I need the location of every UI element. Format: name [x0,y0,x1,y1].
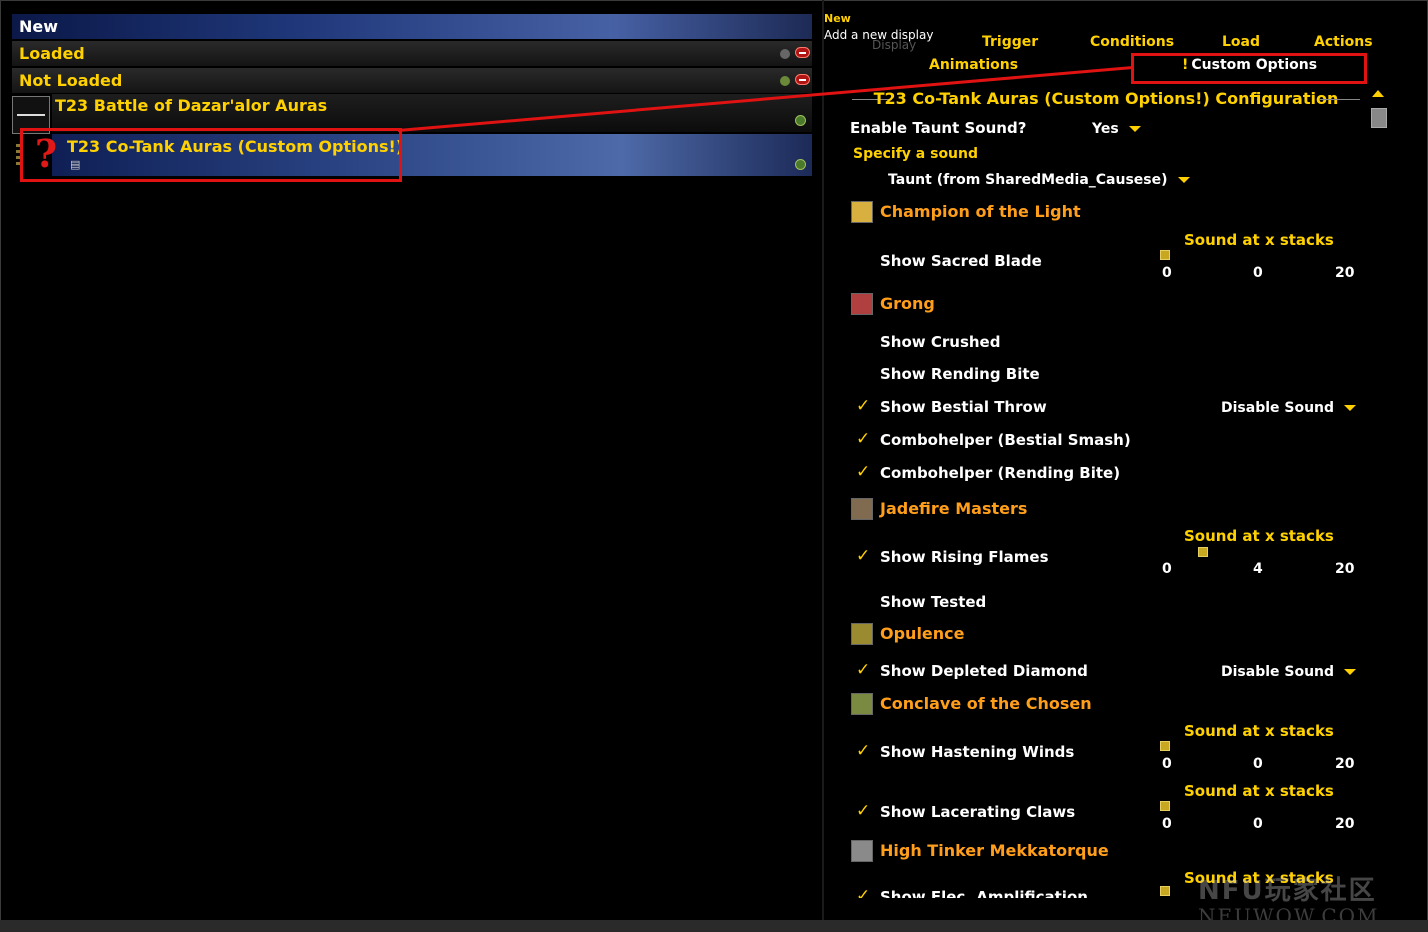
disable-sound-value: Disable Sound [1221,664,1335,680]
slider-min: 0 [1162,756,1172,772]
aura-group-title: T23 Battle of Dazar'alor Auras [55,96,328,115]
specify-sound-label: Specify a sound [853,146,979,162]
chevron-down-icon [1128,126,1141,132]
scroll-up-icon[interactable] [1372,90,1384,97]
option-bestial-throw[interactable]: Show Bestial Throw [880,398,1047,416]
loaded-header[interactable]: Loaded [12,41,812,66]
scrollbar-thumb[interactable] [1371,108,1387,128]
slider-min: 0 [1162,816,1172,832]
tab-actions[interactable]: Actions [1314,34,1373,50]
checkmark-icon[interactable]: ✓ [856,396,870,416]
conclave-icon [851,693,873,715]
stacks-slider[interactable] [1160,741,1170,751]
slider-max: 20 [1335,816,1355,832]
bottom-bar [0,920,1428,932]
slider-value: 0 [1253,756,1263,772]
enable-taunt-label: Enable Taunt Sound? [850,119,1027,137]
slider-min: 0 [1162,561,1172,577]
boss-opulence: Opulence [880,624,965,643]
tooltip-title: New [824,12,851,25]
boss-jadefire: Jadefire Masters [880,499,1028,518]
option-elec-amplification[interactable]: Show Elec. Amplification [880,888,1088,898]
sound-stacks-label: Sound at x stacks [1184,722,1334,740]
tab-trigger[interactable]: Trigger [982,34,1038,50]
tab-load[interactable]: Load [1222,34,1260,50]
option-combo-bestial[interactable]: Combohelper (Bestial Smash) [880,431,1131,449]
not-loaded-label: Not Loaded [19,71,123,90]
collapse-icon[interactable] [795,47,810,58]
sound-stacks-label: Sound at x stacks [1184,231,1334,249]
checkmark-icon[interactable]: ✓ [856,660,870,680]
champion-icon [851,201,873,223]
slider-value: 0 [1253,265,1263,281]
boss-mekkatorque: High Tinker Mekkatorque [880,841,1109,860]
option-rending-bite[interactable]: Show Rending Bite [880,365,1040,383]
tooltip-text: Add a new display [824,28,934,42]
chevron-down-icon [1344,405,1357,411]
stacks-slider[interactable] [1198,547,1208,557]
stacks-slider[interactable] [1160,886,1170,896]
checkmark-icon[interactable]: ✓ [856,741,870,761]
not-loaded-status-icon[interactable] [780,76,790,86]
checkmark-icon[interactable]: ✓ [856,886,870,898]
sound-stacks-label: Sound at x stacks [1184,782,1334,800]
checkmark-icon[interactable]: ✓ [856,429,870,449]
grong-icon [851,293,873,315]
option-depleted-diamond[interactable]: Show Depleted Diamond [880,662,1088,680]
checkmark-icon[interactable]: ✓ [856,546,870,566]
loaded-label: Loaded [19,44,85,63]
sound-stacks-label: Sound at x stacks [1184,527,1334,545]
slider-value: 0 [1253,816,1263,832]
chevron-down-icon [1344,669,1357,675]
clipped-row: ✓ Show Elec. Amplification [856,886,1156,898]
slider-max: 20 [1335,561,1355,577]
view-icon[interactable] [795,115,806,126]
checkmark-icon[interactable]: ✓ [856,462,870,482]
option-hastening-winds[interactable]: Show Hastening Winds [880,743,1074,761]
chevron-down-icon [1177,177,1190,183]
opulence-icon [851,623,873,645]
enable-taunt-value: Yes [1092,121,1119,137]
highlight-custom-options [1131,53,1367,84]
enable-taunt-dropdown[interactable]: Yes [1092,121,1141,137]
divider [1320,99,1360,100]
option-crushed[interactable]: Show Crushed [880,333,1000,351]
config-panel: New Display Add a new display Trigger Co… [824,0,1428,928]
option-combo-rending[interactable]: Combohelper (Rending Bite) [880,464,1120,482]
not-loaded-header[interactable]: Not Loaded [12,68,812,93]
new-button[interactable]: New [12,14,812,39]
collapse-icon[interactable] [795,74,810,85]
mekkatorque-icon [851,840,873,862]
slider-min: 0 [1162,265,1172,281]
boss-conclave: Conclave of the Chosen [880,694,1092,713]
slider-max: 20 [1335,265,1355,281]
tab-animations[interactable]: Animations [929,57,1018,73]
view-icon[interactable] [795,159,806,170]
loaded-status-icon[interactable] [780,49,790,59]
disable-sound-dropdown[interactable]: Disable Sound [1221,664,1357,680]
option-lacerating-claws[interactable]: Show Lacerating Claws [880,803,1075,821]
tab-conditions[interactable]: Conditions [1090,34,1174,50]
taunt-sound-value: Taunt (from SharedMedia_Causese) [888,172,1168,188]
jadefire-icon [851,498,873,520]
boss-grong: Grong [880,294,935,313]
disable-sound-dropdown[interactable]: Disable Sound [1221,400,1357,416]
slider-value: 4 [1253,561,1263,577]
watermark-logo: NFU玩家社区 [1198,876,1377,906]
disable-sound-value: Disable Sound [1221,400,1335,416]
boss-champion: Champion of the Light [880,202,1081,221]
checkmark-icon[interactable]: ✓ [856,801,870,821]
stacks-slider[interactable] [1160,801,1170,811]
highlight-selected-aura [20,128,402,182]
slider-max: 20 [1335,756,1355,772]
config-title: T23 Co-Tank Auras (Custom Options!) Conf… [873,89,1339,108]
option-rising-flames[interactable]: Show Rising Flames [880,548,1049,566]
taunt-sound-dropdown[interactable]: Taunt (from SharedMedia_Causese) [888,172,1190,188]
option-sacred-blade[interactable]: Show Sacred Blade [880,252,1042,270]
option-tested[interactable]: Show Tested [880,593,986,611]
stacks-slider[interactable] [1160,250,1170,260]
